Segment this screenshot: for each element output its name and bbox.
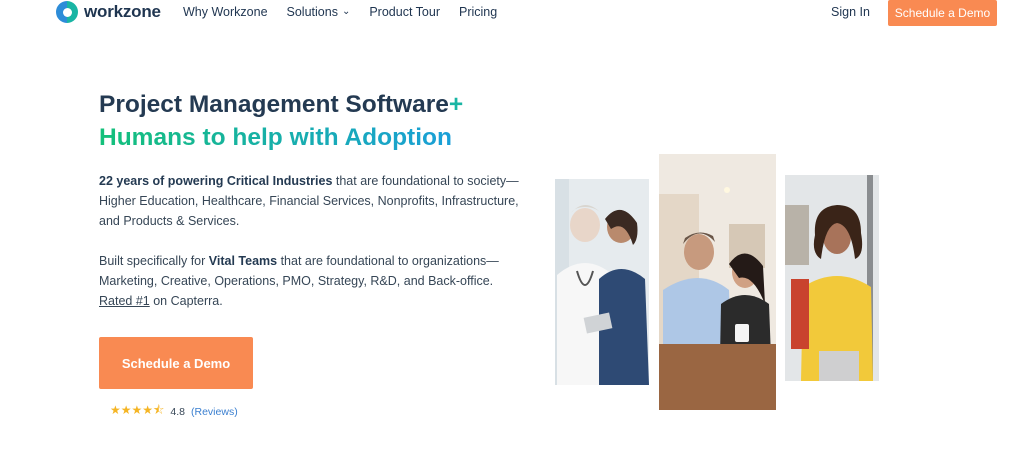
photo-office-team — [659, 154, 776, 410]
reviews-link[interactable]: (Reviews) — [191, 406, 238, 418]
chevron-down-icon: ⌄ — [341, 5, 351, 17]
hero-title-text: Project Management Software — [99, 91, 449, 118]
hero-title-line2: Humans to help with Adoption — [99, 124, 452, 151]
p1-bold: 22 years of powering Critical Industries — [99, 174, 333, 188]
p2-bold: Vital Teams — [208, 254, 278, 268]
nav-link-solutions[interactable]: Solutions ⌄ — [287, 5, 351, 19]
logo-text: workzone — [84, 2, 161, 21]
nav-links: Why Workzone Solutions ⌄ Product Tour Pri… — [183, 5, 497, 19]
nav-link-product-tour[interactable]: Product Tour — [369, 5, 440, 19]
photo-student — [785, 175, 879, 381]
star-rating-icon: ★★★★⯪ — [110, 403, 165, 417]
workzone-logo-icon — [56, 1, 78, 23]
logo[interactable]: workzone — [56, 1, 161, 23]
schedule-demo-button[interactable]: Schedule a Demo — [99, 337, 253, 389]
nav-link-solutions-label: Solutions — [286, 5, 338, 19]
rating-value: 4.8 — [170, 405, 186, 418]
plus-icon: + — [448, 91, 464, 118]
rated-link[interactable]: Rated #1 — [99, 294, 150, 308]
top-nav: workzone Why Workzone Solutions ⌄ Product… — [0, 0, 1024, 28]
p2-start: Built specifically for — [99, 254, 209, 268]
sign-in-link[interactable]: Sign In — [831, 5, 870, 19]
p2-end: on Capterra. — [149, 294, 223, 308]
hero-title-line1: Project Management Software+ — [99, 91, 463, 119]
rating: ★★★★⯪ 4.8 (Reviews) — [110, 401, 238, 422]
nav-link-why-workzone[interactable]: Why Workzone — [183, 5, 268, 19]
hero-paragraph-2: Built specifically for Vital Teams that … — [99, 251, 519, 311]
hero-paragraph-1: 22 years of powering Critical Industries… — [99, 171, 519, 231]
schedule-demo-button-nav[interactable]: Schedule a Demo — [888, 0, 997, 26]
nav-link-pricing[interactable]: Pricing — [459, 5, 497, 19]
photo-healthcare — [555, 179, 649, 385]
